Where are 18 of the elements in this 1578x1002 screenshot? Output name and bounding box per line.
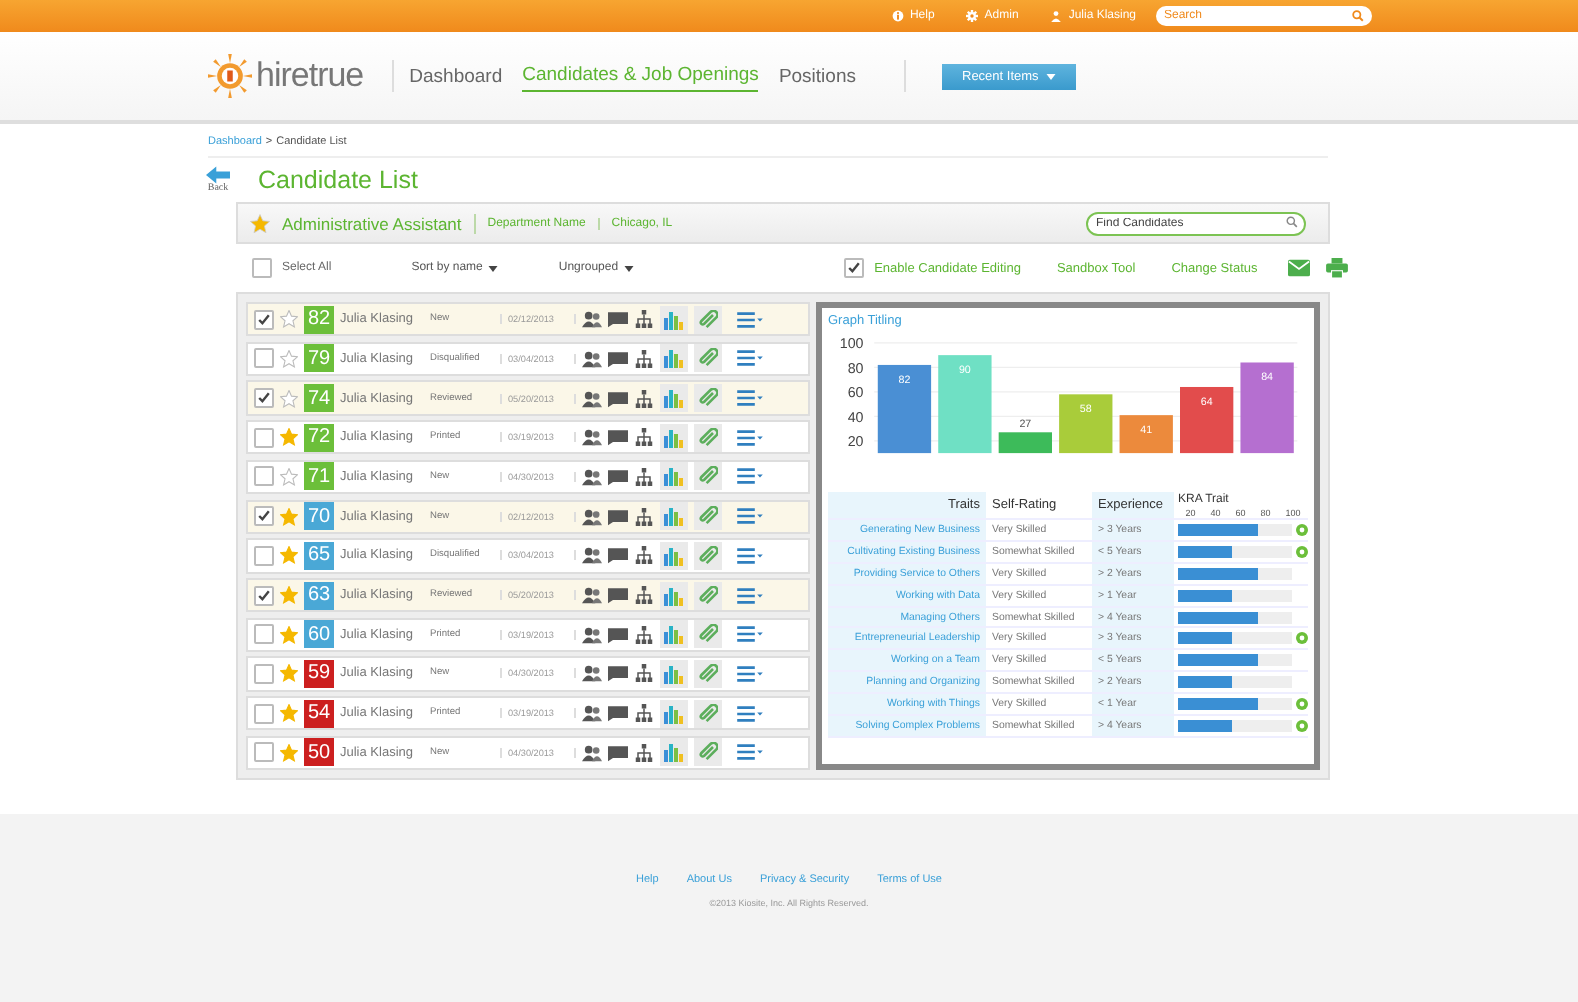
- logo-text: hiretrue: [256, 56, 364, 96]
- score-badge: 71: [304, 462, 334, 491]
- nav-tab[interactable]: Dashboard: [409, 61, 503, 91]
- nav-tab[interactable]: Candidates & Job Openings: [522, 60, 759, 92]
- score-badge: 59: [304, 659, 334, 688]
- score-badge: 54: [304, 699, 334, 728]
- job-title: Administrative Assistant: [282, 213, 476, 233]
- score-badge: 82: [304, 305, 334, 334]
- score-badge: 50: [304, 738, 334, 767]
- score-badge: 74: [304, 384, 334, 413]
- score-badge: 79: [304, 344, 334, 373]
- score-badge: 60: [304, 620, 334, 649]
- score-badge: 72: [304, 423, 334, 452]
- score-badge: 63: [304, 581, 334, 610]
- score-badge: 70: [304, 502, 334, 531]
- nav-tab[interactable]: Positions: [778, 61, 856, 91]
- page-title: Candidate List: [258, 166, 418, 194]
- score-badge: 65: [304, 541, 334, 570]
